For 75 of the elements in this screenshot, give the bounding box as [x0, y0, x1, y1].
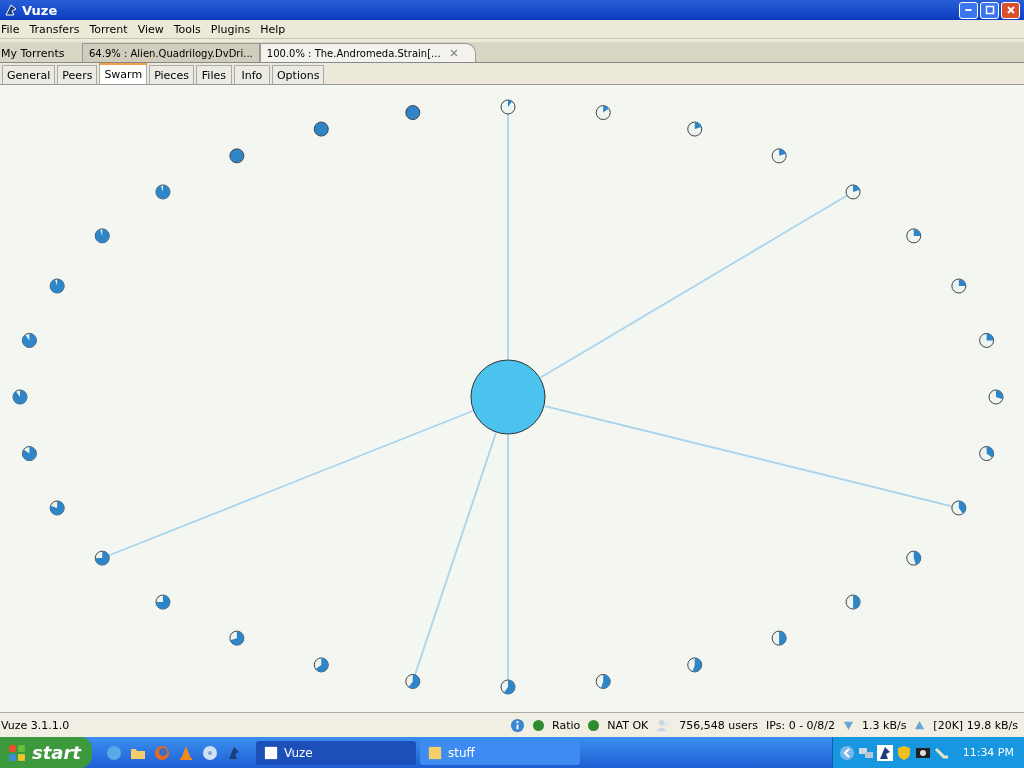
window-title: Vuze — [22, 2, 58, 18]
peer-node — [94, 228, 110, 244]
torrent-tab[interactable]: 100.0% : The.Andromeda.Strain[... — [259, 43, 476, 62]
peer-node — [845, 594, 861, 610]
close-icon — [1005, 5, 1016, 15]
peer-node — [951, 278, 967, 294]
peer-node — [155, 184, 171, 200]
version-text: Vuze 3.1.1.0 — [1, 718, 70, 732]
taskbar-button[interactable]: Vuze — [256, 740, 416, 765]
close-button[interactable] — [1001, 1, 1020, 19]
view-tab[interactable]: Options — [271, 65, 325, 84]
view-tab[interactable]: Swarm — [99, 63, 148, 84]
menu-item[interactable]: Torrent — [89, 22, 128, 36]
menu-item[interactable]: Transfers — [29, 22, 80, 36]
peer-node — [155, 594, 171, 610]
peer-node — [405, 105, 421, 121]
peer-node — [951, 500, 967, 516]
menu-item[interactable]: View — [137, 22, 164, 36]
upload-speed: [20K] 19.8 kB/s — [933, 718, 1018, 732]
status-label: Ratio — [552, 718, 581, 732]
peer-node — [845, 184, 861, 200]
peer-node — [906, 550, 922, 566]
info-icon[interactable] — [510, 717, 526, 733]
download-arrow-icon — [843, 719, 854, 731]
users-icon — [656, 717, 672, 733]
peer-node — [405, 673, 421, 689]
peer-node — [49, 500, 65, 516]
peer-node — [988, 389, 1004, 405]
peer-node — [595, 673, 611, 689]
peer-node — [49, 278, 65, 294]
maximize-icon — [984, 5, 995, 15]
peer-node — [687, 121, 703, 137]
download-speed: 1.3 kB/s — [862, 718, 907, 732]
disc-icon[interactable] — [202, 744, 218, 761]
chevron-icon[interactable] — [838, 744, 855, 761]
peer-node — [979, 332, 995, 348]
view-tab[interactable]: Files — [195, 65, 232, 84]
menu-item[interactable]: Tools — [173, 22, 201, 36]
menu-item[interactable]: Plugins — [210, 22, 251, 36]
clock: 11:34 PM — [962, 746, 1014, 759]
users-count: 756,548 users — [679, 718, 758, 732]
peer-node — [313, 657, 329, 673]
peer-node — [229, 630, 245, 646]
status-label: NAT OK — [607, 718, 649, 732]
peer-node — [21, 332, 37, 348]
peer-node — [906, 228, 922, 244]
peer-node — [229, 148, 245, 164]
maximize-button[interactable] — [980, 1, 999, 19]
peer-node — [94, 550, 110, 566]
peer-node — [12, 389, 28, 405]
minimize-icon — [965, 9, 972, 11]
peer-node — [771, 148, 787, 164]
view-tab[interactable]: Peers — [57, 65, 98, 84]
peer-node — [687, 657, 703, 673]
view-tab[interactable]: General — [2, 65, 56, 84]
minimize-button[interactable] — [959, 1, 978, 19]
peer-node — [313, 121, 329, 137]
menu-item[interactable]: Help — [260, 22, 286, 36]
view-tab[interactable]: Pieces — [149, 65, 194, 84]
view-tab[interactable]: Info — [233, 65, 270, 84]
torrent-tab[interactable]: 64.9% : Alien.Quadrilogy.DvDri... — [82, 43, 260, 62]
windows-flag-icon — [8, 743, 26, 762]
close-icon[interactable] — [448, 48, 459, 58]
peer-node — [21, 446, 37, 462]
upload-arrow-icon — [914, 719, 926, 731]
peer-node — [595, 105, 611, 121]
peer-node — [771, 630, 787, 646]
ips-text: IPs: 0 - 0/8/2 — [766, 718, 835, 732]
start-button[interactable]: start — [0, 737, 92, 768]
cone-icon[interactable] — [178, 744, 194, 761]
peer-node — [500, 99, 516, 115]
peer-node — [500, 679, 516, 695]
menu-item[interactable]: File — [1, 22, 20, 36]
peer-node — [979, 446, 995, 462]
my-torrents-tab[interactable]: My Torrents — [0, 45, 82, 62]
